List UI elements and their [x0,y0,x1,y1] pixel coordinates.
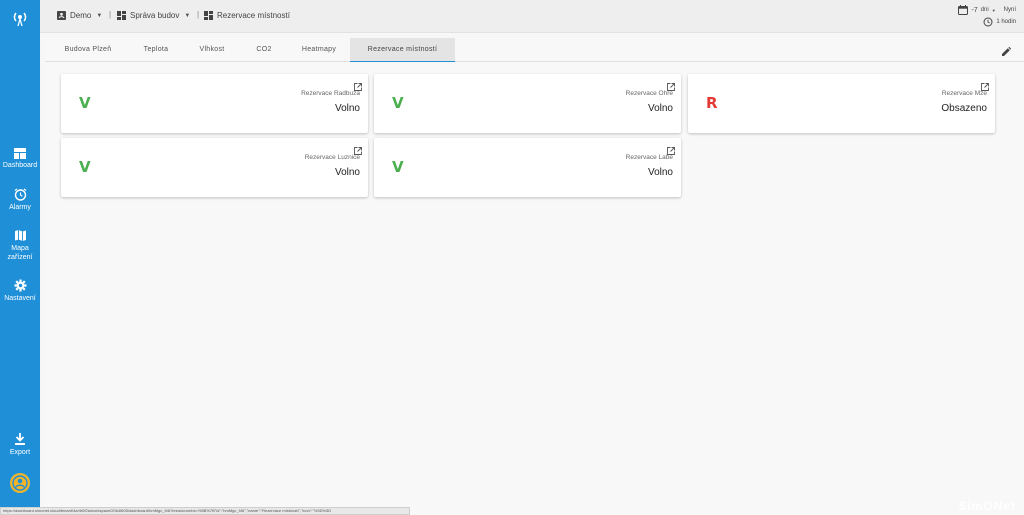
download-icon [15,433,25,445]
top-bar: Demo ▼ | Správa budov ▼ | Rezervace míst… [40,0,1024,33]
widget-status: Volno [647,103,673,114]
time-range-control: -7 dni ▼ Nyní 1 hodin [958,4,1016,28]
breadcrumb-separator: | [197,10,200,19]
sidebar-item-settings[interactable]: Nastavení [0,279,40,303]
breadcrumb-room-reservation[interactable]: Rezervace místností [204,11,290,20]
chevron-down-icon: ▼ [991,7,996,13]
time-range-unit: dni [980,7,989,13]
tab-rezervace-mistnosti[interactable]: Rezervace místností [350,38,455,62]
refresh-clock-icon [983,17,993,27]
sidebar-item-alarms[interactable]: Alarmy [0,188,40,212]
dashboard-panel: Budova Plzeň Teplota Vlhkost CO2 Heatmap… [45,38,1024,515]
export-button[interactable]: Export [0,433,40,457]
tab-vlhkost[interactable]: Vlhkost [189,38,235,62]
widget-card: R Rezervace Mze Obsazeno [688,74,995,133]
time-range-value: -7 [971,6,978,14]
account-box-icon [57,11,66,20]
tab-heatmapy[interactable]: Heatmapy [293,38,345,62]
status-letter: V [392,94,404,112]
status-letter: V [392,158,404,176]
status-letter: V [79,158,91,176]
widget-status: Obsazeno [941,103,987,114]
widget-title: Rezervace Ohre [625,90,673,97]
user-avatar[interactable] [10,473,30,493]
breadcrumb-label: Rezervace místností [217,11,290,20]
tab-budova-plzen[interactable]: Budova Plzeň [54,38,122,62]
widget-title: Rezervace Labe [625,154,673,161]
status-letter: R [706,94,718,112]
sidebar-item-label: Nastavení [4,295,36,302]
breadcrumb-building-management[interactable]: Správa budov ▼ [117,11,190,20]
widget-card: V Rezervace Ohre Volno [374,74,681,133]
dashboard-icon [204,11,213,20]
antenna-logo-icon[interactable] [11,9,29,27]
sidebar-item-device-map[interactable]: Mapa zařízení [0,229,40,262]
time-range-end: Nyní [1003,7,1016,13]
widget-status: Volno [334,103,360,114]
map-icon [14,230,26,241]
tab-bar: Budova Plzeň Teplota Vlhkost CO2 Heatmap… [45,38,1024,62]
export-label: Export [9,449,31,456]
widget-card: V Rezervace Radbuza Volno [61,74,368,133]
edit-dashboard-button[interactable] [1001,44,1012,62]
browser-status-url: https://dashboard.simonet.cloud/tenant/4… [0,507,410,515]
widget-card: V Rezervace Labe Volno [374,138,681,197]
widget-title: Rezervace Luznice [304,154,360,161]
status-letter: V [79,94,91,112]
brand-logo: SimONet [958,499,1016,513]
refresh-interval-label: 1 hodin [996,19,1016,25]
breadcrumb-label: Demo [70,11,92,20]
widget-status: Volno [647,167,673,178]
refresh-interval-selector[interactable]: 1 hodin [958,16,1016,28]
sidebar-item-label: Mapa zařízení [7,245,33,261]
sidebar-item-label: Dashboard [2,162,38,169]
chevron-down-icon: ▼ [184,12,191,19]
time-range-selector[interactable]: -7 dni ▼ Nyní [958,4,1016,16]
breadcrumb-label: Správa budov [130,11,180,20]
sidebar-item-label: Alarmy [9,204,31,211]
sidebar-item-dashboard[interactable]: Dashboard [0,148,40,170]
widget-title: Rezervace Mze [941,90,987,97]
breadcrumb-separator: | [109,10,112,19]
widget-status: Volno [334,167,360,178]
gear-icon [14,279,26,292]
sidebar: Dashboard Alarmy Mapa zařízení Nastavení [0,0,40,515]
account-icon [12,475,28,491]
tab-teplota[interactable]: Teplota [133,38,179,62]
widget-card: V Rezervace Luznice Volno [61,138,368,197]
pencil-icon [1002,46,1012,56]
tab-co2[interactable]: CO2 [245,38,283,62]
chevron-down-icon: ▼ [96,12,103,19]
breadcrumb-demo[interactable]: Demo ▼ [57,11,102,20]
calendar-icon [958,5,969,15]
alarm-clock-icon [14,188,26,201]
dashboard-icon [117,11,126,20]
widget-title: Rezervace Radbuza [301,90,360,97]
dashboard-icon [14,148,26,159]
